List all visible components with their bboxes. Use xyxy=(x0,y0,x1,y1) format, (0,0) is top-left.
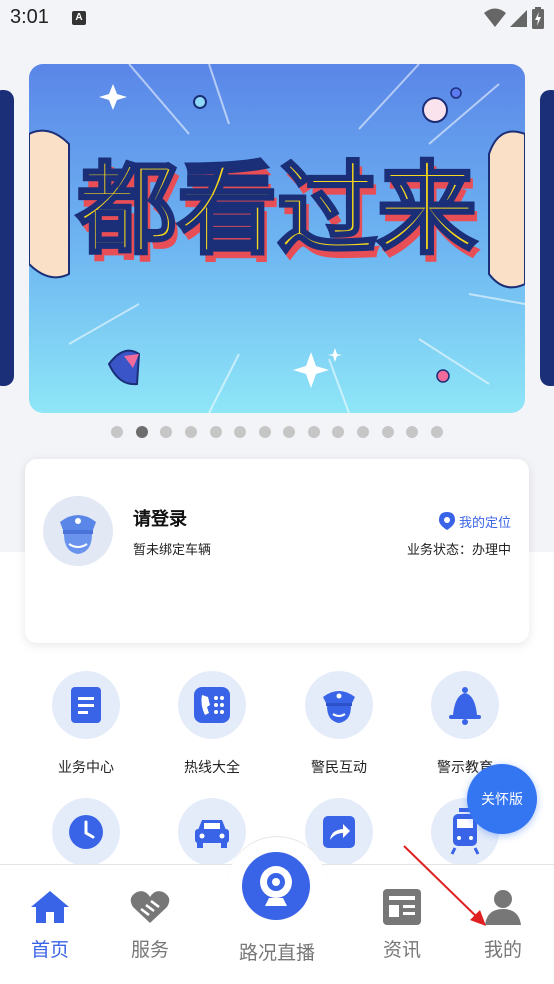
bell-icon xyxy=(449,687,481,725)
tab-label: 首页 xyxy=(30,939,69,961)
service-clock[interactable] xyxy=(26,798,146,866)
clock-icon xyxy=(69,815,103,849)
police-cap-icon xyxy=(323,691,355,723)
wifi-icon xyxy=(484,8,506,27)
carousel-dot[interactable] xyxy=(307,426,320,438)
service-police-interaction[interactable]: 警民互动 xyxy=(279,671,399,777)
service-label: 警民互动 xyxy=(311,760,367,776)
status-icons xyxy=(484,7,544,29)
carousel-dot[interactable] xyxy=(135,426,148,438)
notification-icon: A xyxy=(72,11,86,25)
carousel-dot[interactable] xyxy=(258,426,271,438)
service-label: 业务中心 xyxy=(58,760,114,776)
service-business-center[interactable]: 业务中心 xyxy=(26,671,146,777)
avatar[interactable] xyxy=(43,496,113,566)
login-title[interactable]: 请登录 xyxy=(133,505,187,531)
carousel-dot[interactable] xyxy=(283,426,296,438)
banner-headline: 都看过来 xyxy=(76,151,477,268)
carousel-dot[interactable] xyxy=(209,426,222,438)
annotation-arrow xyxy=(403,845,486,926)
care-version-button[interactable]: 关怀版 xyxy=(467,764,537,834)
carousel-dot[interactable] xyxy=(111,426,124,438)
status-bar: 3:01 A xyxy=(0,0,554,36)
share-icon xyxy=(323,816,355,848)
tab-label: 我的 xyxy=(483,939,522,961)
banner-carousel[interactable]: 都看过来 都看过来 xyxy=(29,64,525,413)
police-avatar-icon xyxy=(60,515,96,554)
car-icon xyxy=(195,820,229,848)
home-icon xyxy=(31,891,69,923)
my-location-link[interactable]: 我的定位 xyxy=(438,511,511,531)
tab-live-traffic-label: 路况直播 xyxy=(238,942,315,964)
heart-handshake-icon xyxy=(130,891,170,923)
carousel-dot[interactable] xyxy=(381,426,394,438)
tab-label: 资讯 xyxy=(382,939,421,961)
carousel-dot[interactable] xyxy=(234,426,247,438)
phone-icon xyxy=(194,687,230,723)
carousel-dot[interactable] xyxy=(160,426,173,438)
banner-image: 都看过来 都看过来 xyxy=(29,64,525,413)
tab-service[interactable]: 服务 xyxy=(105,889,195,962)
location-pin-icon xyxy=(438,512,455,530)
service-warning-education[interactable]: 警示教育 xyxy=(405,671,525,777)
service-hotline[interactable]: 热线大全 xyxy=(152,671,272,777)
carousel-dot[interactable] xyxy=(357,426,370,438)
tab-home[interactable]: 首页 xyxy=(5,889,95,962)
login-card[interactable]: 请登录 暂未绑定车辆 我的定位 业务状态：办理中 xyxy=(25,459,529,643)
status-time: 3:01 xyxy=(10,6,49,28)
carousel-dot[interactable] xyxy=(184,426,197,438)
document-icon xyxy=(71,687,101,723)
tab-live-traffic[interactable] xyxy=(242,852,310,920)
carousel-dot[interactable] xyxy=(332,426,345,438)
battery-icon xyxy=(532,7,544,29)
business-status: 业务状态：办理中 xyxy=(406,543,511,558)
signal-icon xyxy=(510,10,527,27)
service-label: 热线大全 xyxy=(184,760,240,776)
webcam-icon xyxy=(260,866,292,906)
carousel-dot[interactable] xyxy=(406,426,419,438)
carousel-dot[interactable] xyxy=(430,426,443,438)
tab-label: 服务 xyxy=(130,939,169,961)
vehicle-binding-status: 暂未绑定车辆 xyxy=(133,543,212,558)
prev-banner-peek[interactable] xyxy=(0,90,14,386)
location-label: 我的定位 xyxy=(458,515,511,531)
carousel-indicator xyxy=(0,426,554,440)
next-banner-peek[interactable] xyxy=(540,90,554,386)
